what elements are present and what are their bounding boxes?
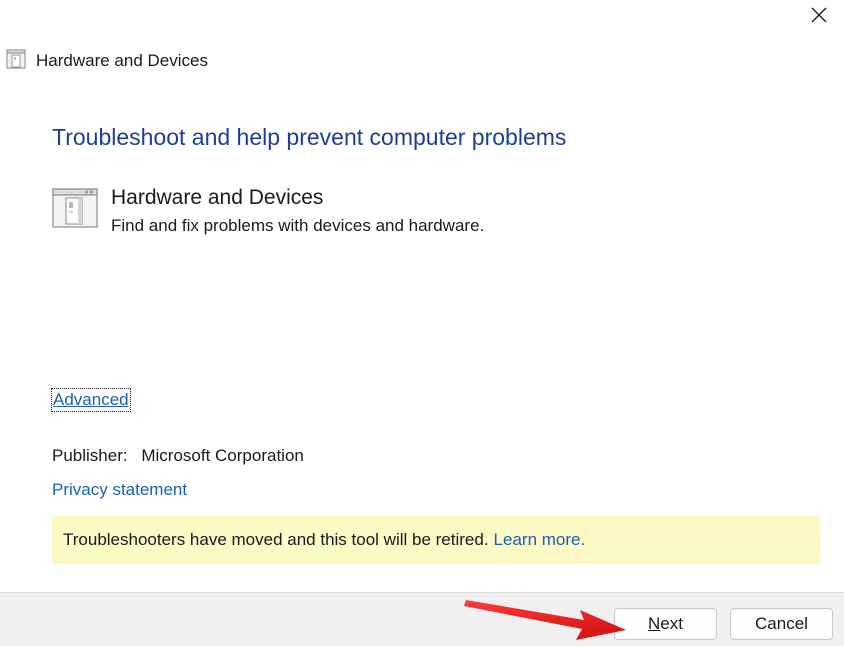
cancel-button[interactable]: Cancel	[730, 608, 833, 640]
page-heading: Troubleshoot and help prevent computer p…	[52, 124, 567, 150]
retirement-notice: Troubleshooters have moved and this tool…	[52, 516, 820, 564]
close-button[interactable]	[794, 0, 844, 30]
hardware-devices-icon	[6, 49, 26, 69]
learn-more-link[interactable]: Learn more.	[494, 530, 586, 550]
publisher-row: Publisher: Microsoft Corporation	[52, 445, 304, 467]
hardware-devices-icon	[52, 188, 98, 228]
window-title: Hardware and Devices	[36, 51, 208, 70]
troubleshooter-description: Find and fix problems with devices and h…	[111, 216, 485, 235]
notice-text: Troubleshooters have moved and this tool…	[63, 530, 489, 549]
publisher-value: Microsoft Corporation	[141, 446, 304, 465]
publisher-label: Publisher:	[52, 446, 128, 465]
next-button[interactable]: Next	[614, 608, 717, 640]
dialog-footer: Next Cancel	[0, 592, 844, 646]
troubleshooter-window: Hardware and Devices Troubleshoot and he…	[0, 0, 844, 646]
next-button-label: ext	[660, 614, 683, 633]
troubleshooter-title: Hardware and Devices	[111, 186, 324, 209]
advanced-link[interactable]: Advanced	[51, 388, 131, 412]
privacy-statement-link[interactable]: Privacy statement	[52, 479, 187, 501]
next-button-accesskey: N	[648, 614, 661, 633]
close-icon	[811, 7, 827, 23]
